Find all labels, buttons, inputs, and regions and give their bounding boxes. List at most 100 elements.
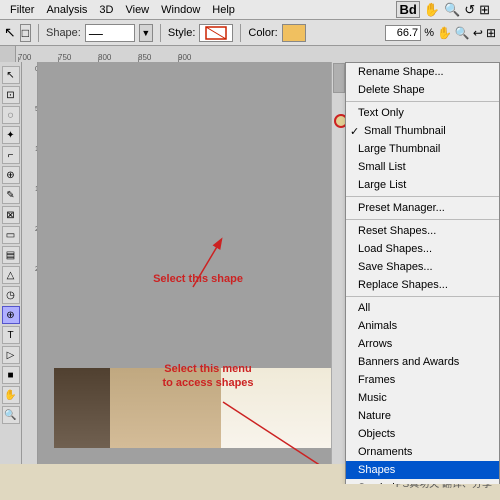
separator-3 xyxy=(240,24,241,42)
menu-item[interactable]: Save Shapes... xyxy=(346,258,499,276)
shape-preview: — xyxy=(89,25,103,41)
style-box[interactable] xyxy=(199,24,233,42)
ruler-v-250: 250 xyxy=(22,264,37,304)
menu-analysis[interactable]: Analysis xyxy=(40,2,93,18)
marquee-tool[interactable]: ⊡ xyxy=(2,86,20,104)
separator-2 xyxy=(160,24,161,42)
menu-item[interactable]: Delete Shape xyxy=(346,81,499,99)
brush-tool[interactable]: ✎ xyxy=(2,186,20,204)
menu-help[interactable]: Help xyxy=(206,2,241,18)
menu-item[interactable]: Replace Shapes... xyxy=(346,276,499,294)
menu-item[interactable]: Animals xyxy=(346,317,499,335)
select-shape-annotation: Select this shape xyxy=(138,272,258,286)
help-icon: ↩ xyxy=(473,26,483,40)
menu-item[interactable]: Preset Manager... xyxy=(346,199,499,217)
blur-tool[interactable]: △ xyxy=(2,266,20,284)
shape-display[interactable]: — xyxy=(85,24,135,42)
ruler-v-200: 200 xyxy=(22,224,37,264)
zoom-percent: % xyxy=(424,27,434,39)
menu-item[interactable]: Reset Shapes... xyxy=(346,222,499,240)
select-icon: ↖ xyxy=(4,24,16,41)
menu-item[interactable]: Text Only xyxy=(346,104,499,122)
menu-separator xyxy=(346,296,499,297)
menu-item[interactable]: ✓Small Thumbnail xyxy=(346,122,499,140)
shape-tool[interactable]: ■ xyxy=(2,366,20,384)
zoom-tool[interactable]: 🔍 xyxy=(2,406,20,424)
menu-item[interactable]: Large List xyxy=(346,176,499,194)
pen-tool[interactable]: ⊕ xyxy=(2,306,20,324)
menu-view[interactable]: View xyxy=(119,2,155,18)
move-tool[interactable]: ↖ xyxy=(2,66,20,84)
menu-item[interactable]: Banners and Awards xyxy=(346,353,499,371)
zoom-nav-icon: ✋ xyxy=(437,26,452,40)
ruler-v-ticks: 0 50 100 150 200 250 xyxy=(22,62,37,304)
ruler-ticks: 700 750 800 850 900 xyxy=(16,46,218,62)
hand-icon: ✋ xyxy=(424,2,440,18)
bd-icon: Bd xyxy=(396,1,419,18)
menu-item[interactable]: Arrows xyxy=(346,335,499,353)
hand-tool[interactable]: ✋ xyxy=(2,386,20,404)
zoom-tool-icon: 🔍 xyxy=(455,26,470,40)
menu-filter[interactable]: Filter xyxy=(4,2,40,18)
toolbar: ↖ □ Shape: — ▼ Style: Color: % ✋ 🔍 ↩ ⊞ xyxy=(0,20,500,46)
ruler-tick-750: 750 xyxy=(58,53,98,62)
menu-item[interactable]: All xyxy=(346,299,499,317)
menu-item[interactable]: Music xyxy=(346,389,499,407)
separator-1 xyxy=(38,24,39,42)
menu-separator xyxy=(346,219,499,220)
scrollbar-thumb[interactable] xyxy=(333,63,345,93)
ruler-v-150: 150 xyxy=(22,184,37,224)
magic-wand-tool[interactable]: ✦ xyxy=(2,126,20,144)
ruler-tick-800: 800 xyxy=(98,53,138,62)
zoom-area: % ✋ 🔍 ↩ ⊞ xyxy=(385,25,496,41)
lasso-tool[interactable]: ◌ xyxy=(2,106,20,124)
menu-item[interactable]: Frames xyxy=(346,371,499,389)
rotate-icon: ↺ xyxy=(464,2,475,18)
gradient-tool[interactable]: ▤ xyxy=(2,246,20,264)
zoom-icon: 🔍 xyxy=(444,2,460,18)
ruler-corner xyxy=(0,46,16,62)
menu-item[interactable]: Objects xyxy=(346,425,499,443)
select-menu-text: Select this menuto access shapes xyxy=(162,363,253,389)
ruler-tick-900: 900 xyxy=(178,53,218,62)
eraser-tool[interactable]: ▭ xyxy=(2,226,20,244)
menu-item[interactable]: Small List xyxy=(346,158,499,176)
clone-tool[interactable]: ⊠ xyxy=(2,206,20,224)
menu-item[interactable]: Ornaments xyxy=(346,443,499,461)
menu-window[interactable]: Window xyxy=(155,2,206,18)
menu-separator xyxy=(346,101,499,102)
shape-label: Shape: xyxy=(46,27,81,39)
menu-item[interactable]: Large Thumbnail xyxy=(346,140,499,158)
eyedrop-tool[interactable]: ⊕ xyxy=(2,166,20,184)
canvas-wrapper: ♪♩♫✤✦❊❋✿❁✺☎⊘✪▣◈❖✽❃✾✪⬛⊞⊡❒◉✱❊✤☸◎✈❧✒❦☙✿❀☘✻✼… xyxy=(38,62,500,484)
style-preview-icon xyxy=(205,26,227,40)
main-area: ↖ ⊡ ◌ ✦ ⌐ ⊕ ✎ ⊠ ▭ ▤ △ ◷ ⊕ T ▷ ■ ✋ 🔍 0 50… xyxy=(0,62,500,484)
menu-item[interactable]: Rename Shape... xyxy=(346,63,499,81)
rect-icon: □ xyxy=(20,24,31,42)
left-toolbar: ↖ ⊡ ◌ ✦ ⌐ ⊕ ✎ ⊠ ▭ ▤ △ ◷ ⊕ T ▷ ■ ✋ 🔍 xyxy=(0,62,22,484)
fullscreen-icon: ⊞ xyxy=(479,2,490,18)
menu-item[interactable]: Nature xyxy=(346,407,499,425)
style-label: Style: xyxy=(168,27,196,39)
ruler-v-0: 0 xyxy=(22,64,37,104)
shape-dropdown-btn[interactable]: ▼ xyxy=(139,24,153,42)
ruler-v-100: 100 xyxy=(22,144,37,184)
ruler-horizontal: 700 750 800 850 900 xyxy=(16,46,500,62)
menu-item[interactable]: Load Shapes... xyxy=(346,240,499,258)
zoom-input[interactable] xyxy=(385,25,421,41)
path-tool[interactable]: ▷ xyxy=(2,346,20,364)
text-tool[interactable]: T xyxy=(2,326,20,344)
color-label: Color: xyxy=(248,27,277,39)
ruler-row: 700 750 800 850 900 xyxy=(0,46,500,62)
ruler-tick-700: 700 xyxy=(18,53,58,62)
color-swatch[interactable] xyxy=(282,24,306,42)
ruler-tick-850: 850 xyxy=(138,53,178,62)
ruler-v-50: 50 xyxy=(22,104,37,144)
menu-item[interactable]: Shapes xyxy=(346,461,499,479)
arrange-icon: ⊞ xyxy=(486,26,496,40)
menu-item[interactable]: Symbols xyxy=(346,479,499,484)
menu-3d[interactable]: 3D xyxy=(93,2,119,18)
dodge-tool[interactable]: ◷ xyxy=(2,286,20,304)
menu-separator xyxy=(346,196,499,197)
crop-tool[interactable]: ⌐ xyxy=(2,146,20,164)
